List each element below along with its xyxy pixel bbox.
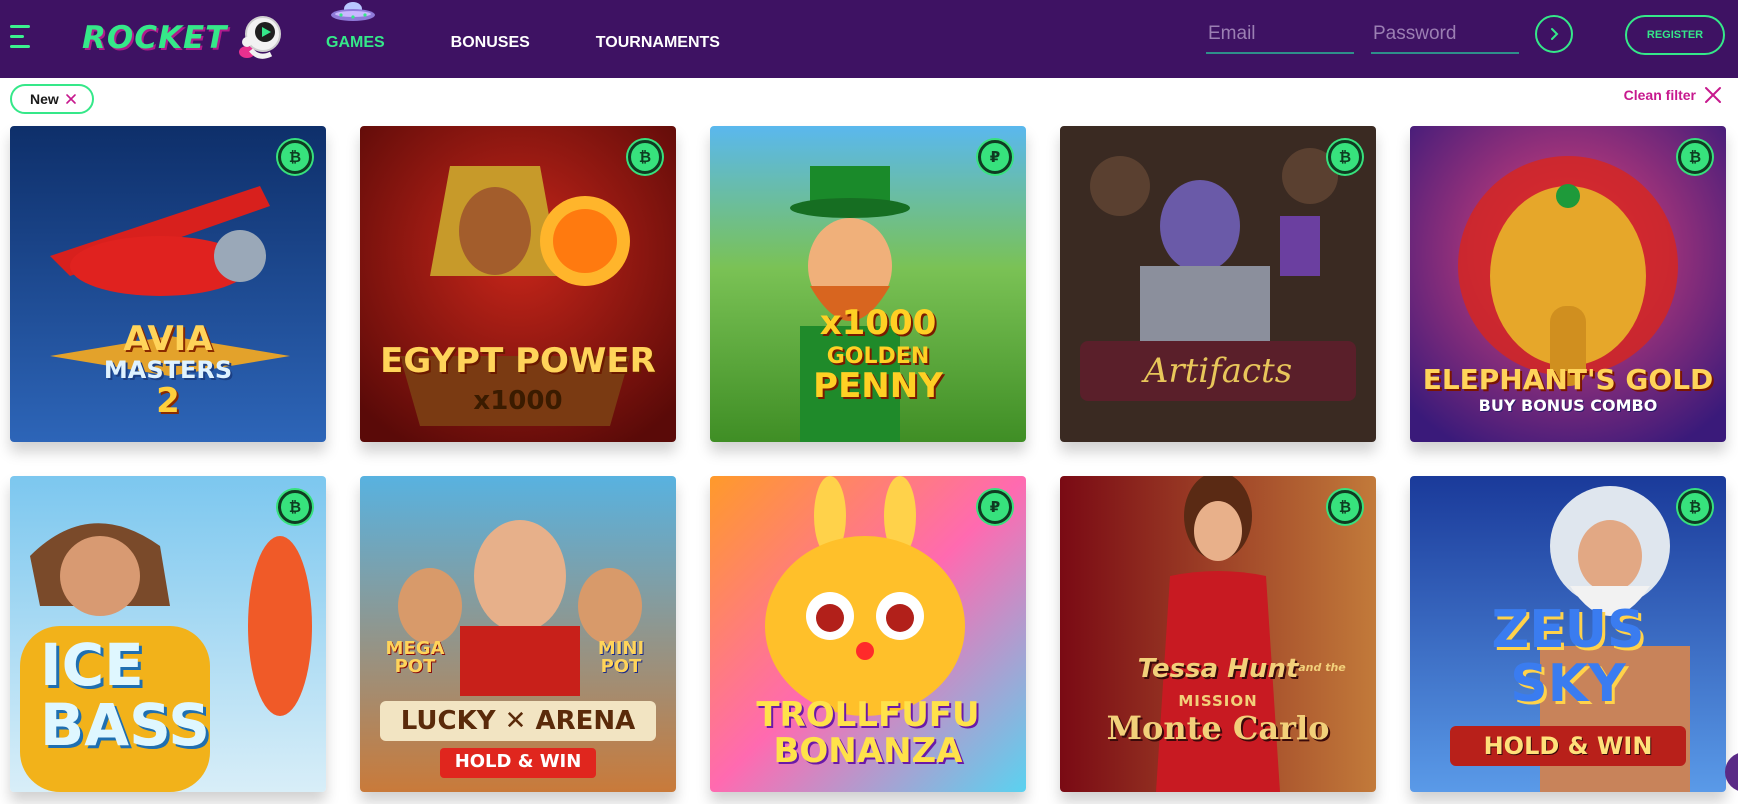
game-subtitle: BUY BONUS COMBO (1478, 396, 1658, 415)
game-title: Artifacts (1143, 351, 1293, 391)
games-grid: AVIA MASTERS 2 ₿ EGYPT POWER x1000 ₿ x10 (0, 0, 1738, 804)
game-number: 2 (156, 381, 180, 421)
game-card-ice-bass[interactable]: ICE BASS ₿ (10, 476, 326, 792)
game-title: ICE (40, 631, 144, 699)
bitcoin-icon: ₿ (628, 140, 662, 174)
bitcoin-icon: ₿ (278, 140, 312, 174)
game-title: ELEPHANT'S GOLD (1422, 363, 1714, 396)
game-mission-label: MISSION (1178, 692, 1258, 710)
game-title: ZEUS (1491, 600, 1645, 660)
game-card-golden-penny[interactable]: x1000 GOLDEN PENNY ₽ (710, 126, 1026, 442)
game-title: GOLDEN (826, 344, 930, 369)
bitcoin-icon: ₿ (1678, 490, 1712, 524)
game-card-elephants-gold[interactable]: ELEPHANT'S GOLD BUY BONUS COMBO ₿ (1410, 126, 1726, 442)
game-title: TROLLFUFU (756, 695, 980, 735)
mega-pot-label: MEGA POT (385, 638, 445, 677)
game-art (1060, 126, 1376, 442)
bitcoin-icon: ₿ (278, 490, 312, 524)
game-card-avia-masters-2[interactable]: AVIA MASTERS 2 ₿ (10, 126, 326, 442)
game-title: LUCKY ✕ ARENA (400, 706, 636, 736)
game-card-lucky-arena[interactable]: MEGA POT MINI POT LUCKY ✕ ARENA HOLD & W… (360, 476, 676, 792)
game-card-monte-carlo[interactable]: Tessa Hunt and the MISSION Monte Carlo ₿ (1060, 476, 1376, 792)
game-title: EGYPT POWER (380, 341, 656, 381)
bitcoin-icon: ₿ (1678, 140, 1712, 174)
game-subtitle: MASTERS (103, 356, 233, 384)
bitcoin-icon: ₿ (1328, 490, 1362, 524)
game-subtitle: PENNY (813, 366, 943, 406)
game-subtitle: Monte Carlo (1106, 709, 1330, 747)
game-subtitle: x1000 (473, 386, 563, 416)
game-title-connector: and the (1298, 661, 1346, 674)
game-title: AVIA (123, 319, 213, 359)
game-card-trollfufu-bonanza[interactable]: TROLLFUFU BONANZA ₽ (710, 476, 1026, 792)
coin-icon: ₽ (978, 140, 1012, 174)
game-subtitle: BASS (40, 691, 211, 759)
game-subtitle: SKY (1510, 654, 1626, 714)
game-card-zeus-sky[interactable]: ZEUS SKY HOLD & WIN ₿ (1410, 476, 1726, 792)
coin-icon: ₽ (978, 490, 1012, 524)
game-subtitle: HOLD & WIN (454, 751, 582, 772)
game-tagline: HOLD & WIN (1483, 732, 1653, 760)
game-card-artifacts[interactable]: Artifacts ₿ (1060, 126, 1376, 442)
game-subtitle: BONANZA (773, 731, 963, 771)
game-card-egypt-power[interactable]: EGYPT POWER x1000 ₿ (360, 126, 676, 442)
bitcoin-icon: ₿ (1328, 140, 1362, 174)
game-multiplier: x1000 (819, 303, 937, 343)
game-art (360, 476, 676, 792)
mini-pot-label: MINI POT (597, 638, 645, 677)
